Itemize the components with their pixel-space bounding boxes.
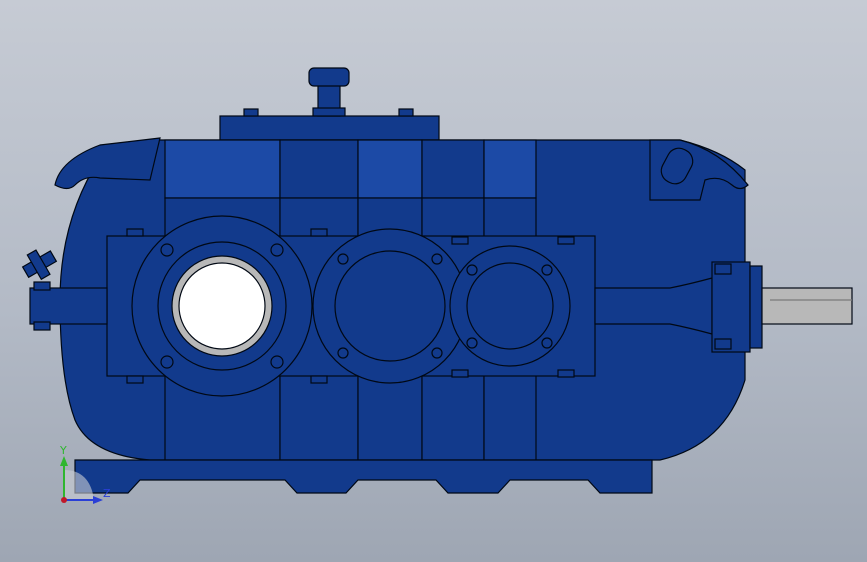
flange-bolt — [310, 375, 328, 384]
z-axis-label: Z — [103, 487, 111, 500]
upper-panel — [357, 139, 423, 199]
y-axis-label: Y — [59, 444, 67, 457]
cover-bolt — [398, 108, 414, 117]
upper-panel — [279, 139, 359, 199]
cover-bolt — [243, 108, 259, 117]
input-shaft[interactable] — [761, 287, 853, 325]
flange-bolt — [557, 369, 575, 378]
upper-panel — [164, 139, 281, 199]
upper-panel — [483, 139, 537, 199]
flange-bolt — [451, 369, 469, 378]
graphics-viewport[interactable]: Y Z — [0, 0, 867, 562]
drain-stub[interactable] — [29, 287, 108, 325]
flange-bolt — [126, 375, 144, 384]
inspection-cover[interactable] — [219, 115, 440, 141]
oil-valve[interactable] — [19, 244, 61, 284]
flange-bolt — [451, 236, 469, 245]
bearing-bore-input[interactable] — [449, 245, 571, 367]
flange-bolt — [310, 228, 328, 237]
flange-bolt — [126, 228, 144, 237]
bearing-bore-intermediate[interactable] — [312, 228, 468, 384]
x-axis-origin — [61, 497, 67, 503]
gearbox-base[interactable] — [74, 459, 653, 494]
upper-panel — [421, 139, 485, 199]
bearing-bore-output[interactable] — [131, 215, 313, 397]
gearbox-model[interactable]: Y Z — [0, 0, 867, 562]
flange-bolt — [557, 236, 575, 245]
breather-cap[interactable] — [308, 67, 350, 87]
